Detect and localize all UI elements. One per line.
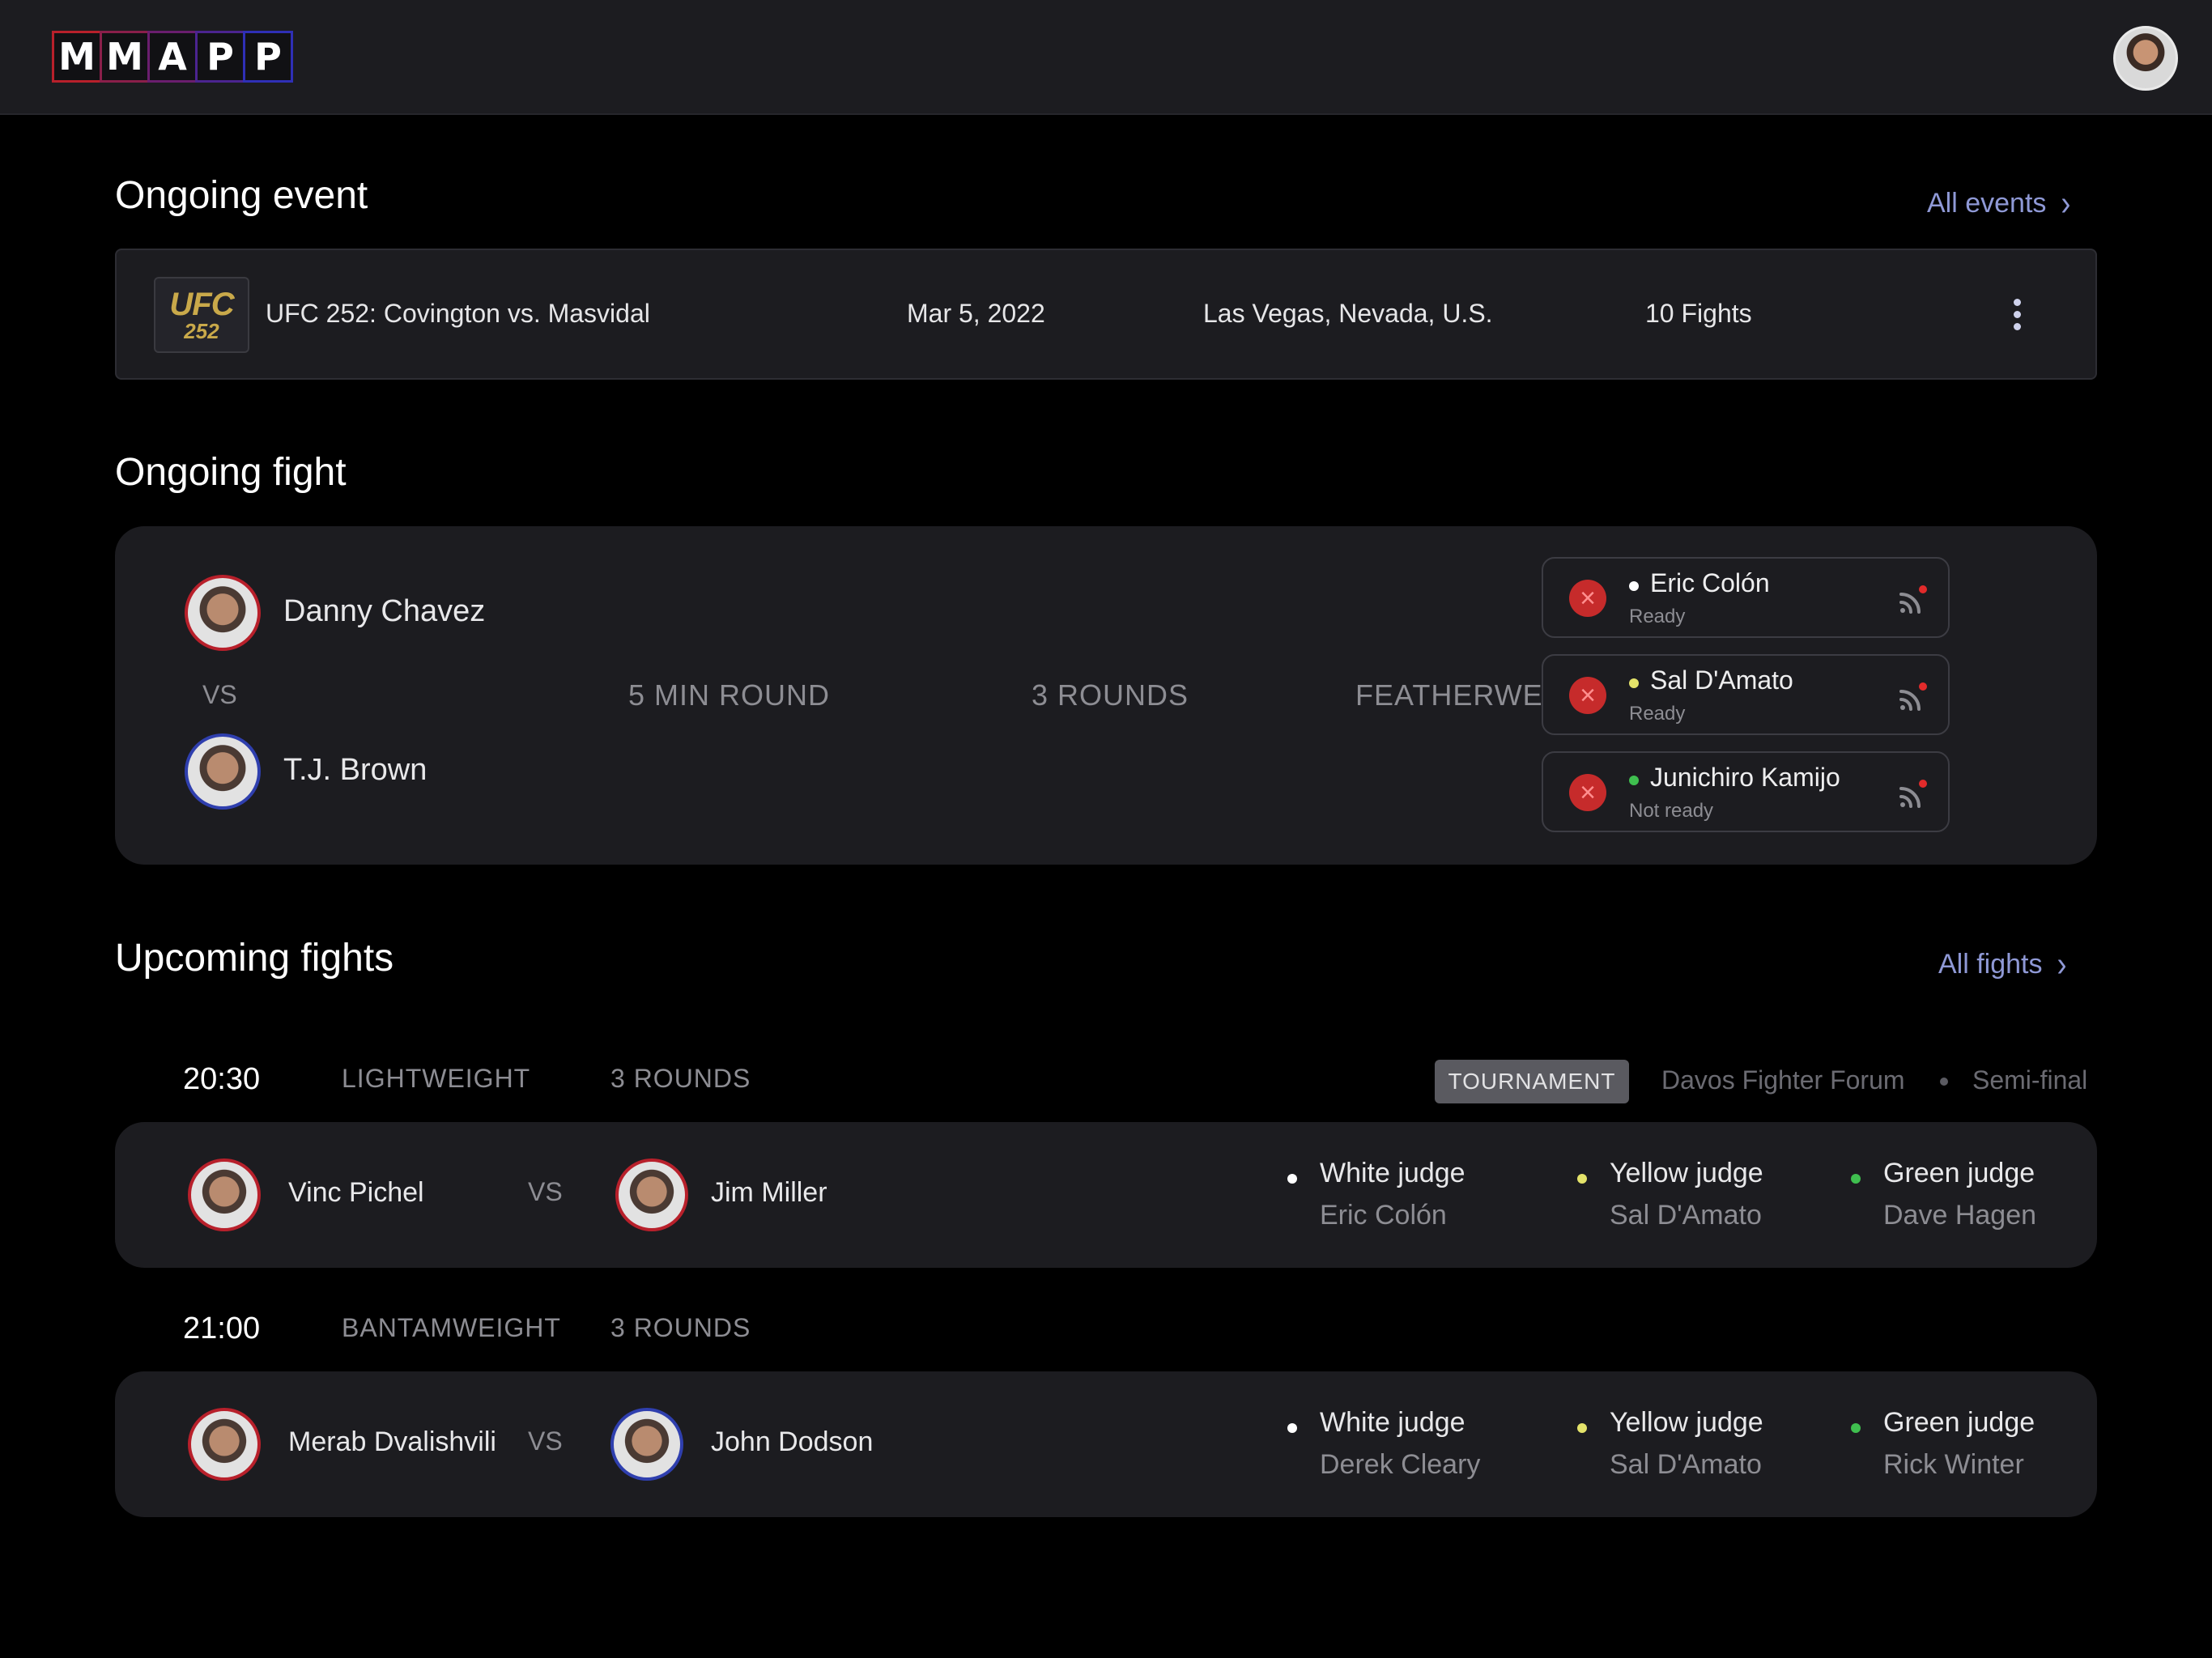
chevron-right-icon: ›	[2057, 943, 2067, 984]
judge-color-dot	[1577, 1423, 1587, 1433]
judge-role: Green judge	[1883, 1407, 2035, 1438]
judge-color-dot	[1851, 1174, 1861, 1184]
ongoing-event-card[interactable]: UFC 252 UFC 252: Covington vs. Masvidal …	[115, 249, 2097, 380]
blue-fighter-name: Jim Miller	[711, 1177, 827, 1208]
judge-name: Sal D'Amato	[1610, 1449, 1762, 1480]
blue-fighter-name: T.J. Brown	[283, 753, 428, 787]
upcoming-fight-card[interactable]: Merab Dvalishvili VS John Dodson White j…	[115, 1371, 2097, 1517]
judge-color-dot	[1577, 1174, 1587, 1184]
event-logo-number: 252	[184, 319, 219, 343]
event-fight-count: 10 Fights	[1645, 299, 1752, 328]
logo-letter: M	[52, 31, 102, 83]
red-fighter-avatar	[188, 1158, 261, 1231]
judge-color-dot	[1629, 776, 1639, 785]
tournament-stage: Semi-final	[1972, 1065, 2088, 1095]
judge-color-dot	[1851, 1423, 1861, 1433]
tournament-name: Davos Fighter Forum	[1661, 1065, 1905, 1095]
judge-status: Not ready	[1629, 800, 1714, 822]
separator-dot	[1940, 1078, 1948, 1086]
fight-time: 20:30	[183, 1062, 261, 1096]
judge-name: Sal D'Amato	[1610, 1200, 1762, 1231]
vs-label: VS	[528, 1426, 563, 1456]
judge-name: Rick Winter	[1883, 1449, 2024, 1480]
top-bar: M M A P P	[0, 0, 2212, 115]
fight-weight-class: LIGHTWEIGHT	[342, 1064, 531, 1093]
blue-fighter-avatar	[185, 733, 261, 810]
event-location: Las Vegas, Nevada, U.S.	[1203, 299, 1493, 328]
judge-name: Eric Colón	[1650, 568, 1770, 597]
logo-letter: P	[195, 31, 245, 83]
judge-color-dot	[1287, 1174, 1297, 1184]
judge-color-dot	[1287, 1423, 1297, 1433]
signal-icon	[1899, 780, 1927, 808]
judge-status-card[interactable]: × Eric Colón Ready	[1542, 557, 1950, 638]
ongoing-fight-heading: Ongoing fight	[115, 451, 347, 494]
judge-color-dot	[1629, 678, 1639, 688]
fight-time: 21:00	[183, 1312, 261, 1346]
judge-name: Junichiro Kamijo	[1650, 763, 1840, 792]
blue-fighter-avatar	[615, 1158, 688, 1231]
judge-name: Eric Colón	[1320, 1200, 1447, 1231]
signal-icon	[1899, 585, 1927, 614]
judge-role: White judge	[1320, 1407, 1465, 1438]
all-fights-link[interactable]: All fights ›	[1938, 943, 2067, 984]
red-fighter-name: Merab Dvalishvili	[288, 1426, 496, 1457]
upcoming-fights-heading: Upcoming fights	[115, 937, 394, 980]
red-fighter-name: Vinc Pichel	[288, 1177, 424, 1208]
close-circle-icon[interactable]: ×	[1569, 580, 1606, 617]
user-avatar[interactable]	[2113, 26, 2178, 91]
tournament-badge: TOURNAMENT	[1435, 1060, 1629, 1103]
event-name: UFC 252: Covington vs. Masvidal	[266, 299, 650, 328]
signal-icon	[1899, 682, 1927, 711]
app-logo[interactable]: M M A P P	[52, 31, 293, 83]
blue-fighter-avatar	[610, 1408, 683, 1481]
all-events-link[interactable]: All events ›	[1927, 182, 2071, 223]
logo-letter: A	[147, 31, 198, 83]
red-fighter-avatar	[185, 575, 261, 651]
chevron-right-icon: ›	[2061, 182, 2071, 223]
round-count: 3 ROUNDS	[1032, 678, 1189, 712]
event-logo: UFC 252	[154, 277, 249, 353]
judge-status: Ready	[1629, 606, 1686, 627]
judge-role: White judge	[1320, 1158, 1465, 1188]
vs-label: VS	[528, 1177, 563, 1206]
ongoing-event-heading: Ongoing event	[115, 174, 368, 217]
judge-role: Green judge	[1883, 1158, 2035, 1188]
all-events-label: All events	[1927, 187, 2047, 219]
judge-role: Yellow judge	[1610, 1158, 1763, 1188]
fight-weight-class: BANTAMWEIGHT	[342, 1313, 561, 1342]
close-circle-icon[interactable]: ×	[1569, 677, 1606, 714]
judge-name: Derek Cleary	[1320, 1449, 1481, 1480]
all-fights-label: All fights	[1938, 948, 2043, 980]
upcoming-fight-card[interactable]: Vinc Pichel VS Jim Miller White judge Er…	[115, 1122, 2097, 1268]
judge-role: Yellow judge	[1610, 1407, 1763, 1438]
event-date: Mar 5, 2022	[907, 299, 1045, 328]
fight-rounds: 3 ROUNDS	[610, 1313, 751, 1342]
round-length: 5 MIN ROUND	[628, 678, 831, 712]
red-fighter-avatar	[188, 1408, 261, 1481]
more-vertical-icon[interactable]	[2011, 299, 2023, 330]
blue-fighter-name: John Dodson	[711, 1426, 874, 1457]
close-circle-icon[interactable]: ×	[1569, 774, 1606, 811]
vs-label: VS	[202, 680, 237, 709]
judge-status: Ready	[1629, 703, 1686, 725]
judge-name: Dave Hagen	[1883, 1200, 2037, 1231]
judge-name: Sal D'Amato	[1650, 665, 1793, 695]
red-fighter-name: Danny Chavez	[283, 594, 486, 628]
judge-status-card[interactable]: × Junichiro Kamijo Not ready	[1542, 751, 1950, 832]
fight-rounds: 3 ROUNDS	[610, 1064, 751, 1093]
event-logo-text: UFC	[169, 287, 234, 322]
judge-color-dot	[1629, 581, 1639, 591]
logo-letter: P	[243, 31, 293, 83]
judge-status-card[interactable]: × Sal D'Amato Ready	[1542, 654, 1950, 735]
logo-letter: M	[100, 31, 150, 83]
